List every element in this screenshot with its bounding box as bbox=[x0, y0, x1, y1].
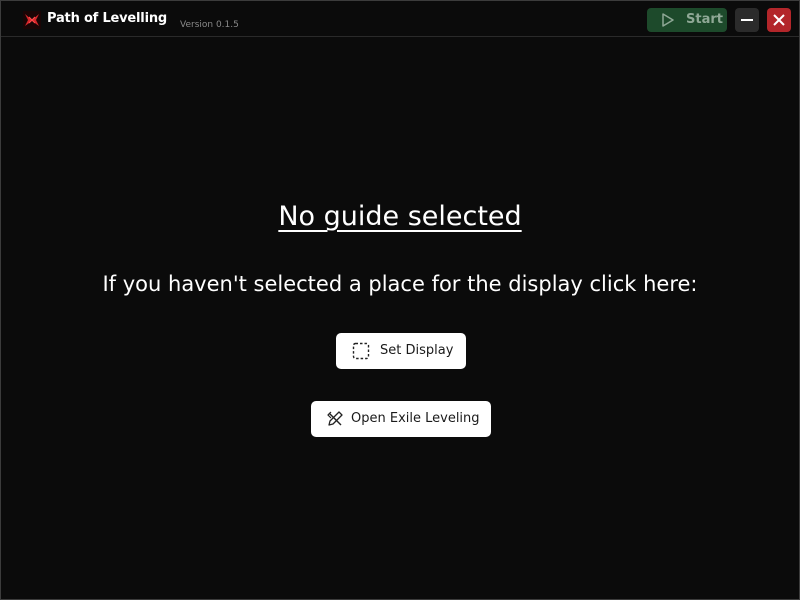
open-exile-leveling-label: Open Exile Leveling bbox=[351, 411, 480, 426]
start-button-label: Start bbox=[686, 12, 723, 27]
minimize-icon bbox=[741, 19, 753, 21]
minimize-button[interactable] bbox=[735, 8, 759, 32]
app-logo-icon bbox=[23, 11, 41, 29]
start-button[interactable]: Start bbox=[647, 8, 727, 32]
close-icon bbox=[773, 14, 785, 26]
play-icon bbox=[662, 13, 674, 27]
app-window: Path of Levelling Version 0.1.5 Start No… bbox=[0, 0, 800, 600]
set-display-button[interactable]: Set Display bbox=[336, 333, 466, 369]
set-display-label: Set Display bbox=[380, 343, 454, 358]
open-exile-leveling-button[interactable]: Open Exile Leveling bbox=[311, 401, 491, 437]
version-label: Version 0.1.5 bbox=[180, 20, 239, 30]
crossed-pencil-icon bbox=[327, 411, 343, 426]
dashed-selection-icon bbox=[352, 342, 370, 360]
close-button[interactable] bbox=[767, 8, 791, 32]
title-bar[interactable]: Path of Levelling Version 0.1.5 Start bbox=[1, 1, 799, 37]
page-heading: No guide selected bbox=[278, 201, 522, 232]
instruction-text: If you haven't selected a place for the … bbox=[102, 272, 698, 296]
app-title: Path of Levelling bbox=[47, 11, 167, 26]
